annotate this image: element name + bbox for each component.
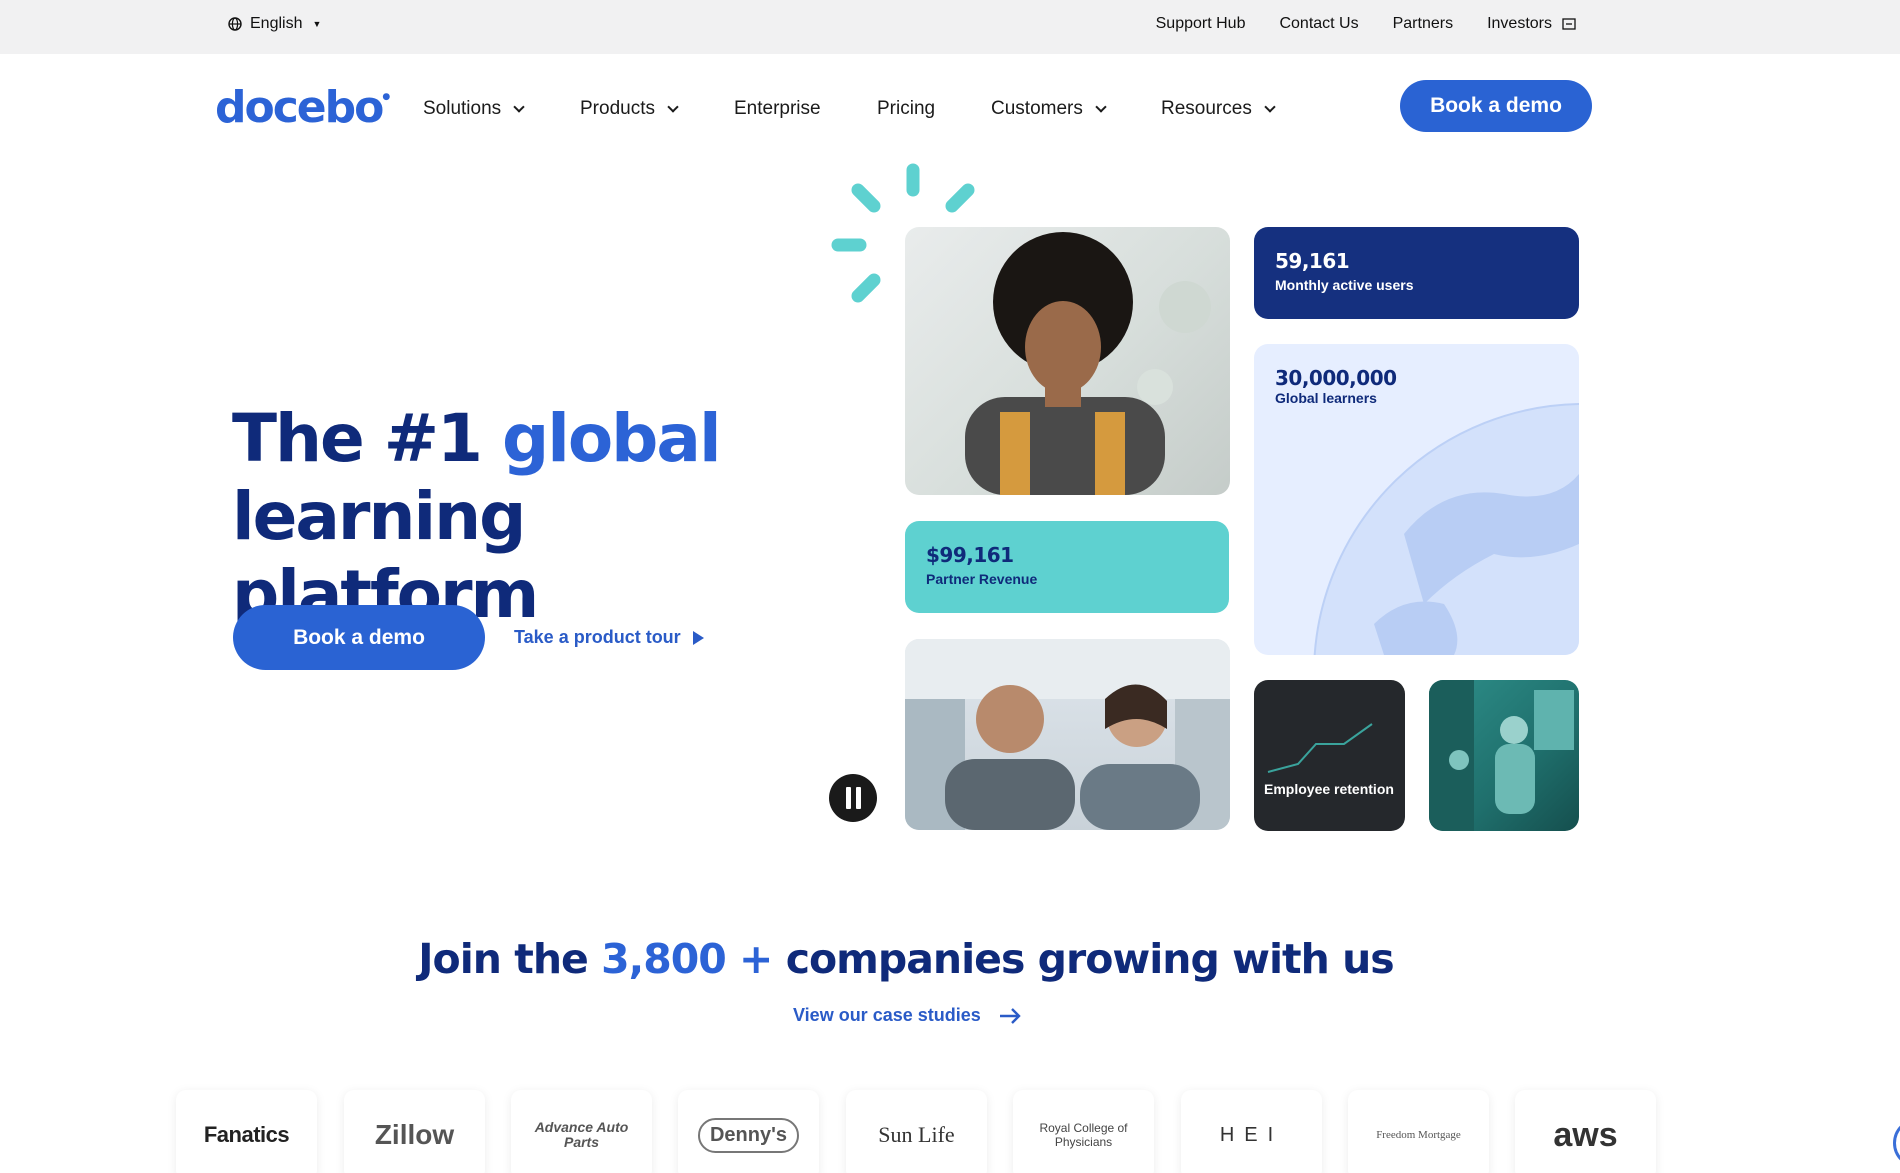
investors-link[interactable]: Investors (1487, 15, 1576, 33)
chevron-down-icon (1095, 100, 1107, 113)
employee-retention-card: Employee retention (1254, 680, 1405, 831)
partner-revenue-card: $99,161 Partner Revenue (905, 521, 1229, 613)
customer-logo-dennys: Denny's (678, 1090, 819, 1173)
language-selector[interactable]: English ▼ (228, 15, 321, 33)
nav-label: Solutions (423, 98, 502, 119)
companies-heading-accent: 3,800 + (601, 935, 773, 983)
hero-title-accent: global (501, 400, 722, 477)
partner-revenue-value: $99,161 (926, 543, 1014, 567)
logo-text: HEI (1219, 1123, 1284, 1146)
nav-item-solutions[interactable]: Solutions (423, 98, 525, 120)
case-studies-label: View our case studies (793, 1005, 981, 1025)
customer-logo-aws: aws (1515, 1090, 1656, 1173)
investors-label: Investors (1487, 15, 1552, 32)
customer-logo-freedom-mortgage: Freedom Mortgage (1348, 1090, 1489, 1173)
logo-text: Sun Life (878, 1122, 955, 1147)
customer-logo-fanatics: Fanatics (176, 1090, 317, 1173)
pause-icon (845, 787, 851, 809)
caret-down-icon: ▼ (312, 19, 322, 29)
hero-photo-workers (905, 639, 1230, 830)
nav-item-customers[interactable]: Customers (991, 98, 1107, 120)
nav-item-pricing[interactable]: Pricing (877, 98, 935, 120)
utility-bar: English ▼ Support Hub Contact Us Partner… (0, 0, 1900, 54)
companies-heading-part2: companies growing with us (772, 935, 1395, 983)
pause-icon (855, 787, 861, 809)
nav-label: Pricing (877, 98, 936, 119)
product-tour-label: Take a product tour (514, 627, 681, 647)
pause-carousel-button[interactable] (829, 774, 877, 822)
logo-text: Zillow (374, 1119, 455, 1150)
customer-logo-advance-auto-parts: Advance Auto Parts (511, 1090, 652, 1173)
customer-logo-hei: HEI (1181, 1090, 1322, 1173)
hero-title: The #1 global learning platform (232, 400, 792, 634)
monthly-users-card: 59,161 Monthly active users (1254, 227, 1579, 319)
nav-item-products[interactable]: Products (580, 98, 679, 120)
customer-logo-royal-college: Royal College of Physicians (1013, 1090, 1154, 1173)
logo-text: docebo (215, 82, 384, 133)
chevron-down-icon (513, 100, 525, 113)
nav-label: Customers (991, 98, 1083, 119)
customer-logo-sun-life: Sun Life (846, 1090, 987, 1173)
case-studies-link[interactable]: View our case studies (793, 1005, 1021, 1026)
partner-revenue-label: Partner Revenue (926, 571, 1038, 587)
partners-link[interactable]: Partners (1393, 15, 1453, 33)
play-arrow-icon (692, 630, 704, 645)
nav-label: Resources (1161, 98, 1252, 119)
main-nav: docebo ● Solutions Products Enterprise Pr… (0, 54, 1900, 158)
monthly-users-label: Monthly active users (1275, 277, 1414, 293)
docebo-logo[interactable]: docebo ● (215, 82, 390, 133)
arrow-right-icon (999, 1007, 1021, 1024)
language-label: English (250, 15, 303, 32)
product-tour-link[interactable]: Take a product tour (514, 627, 704, 648)
book-demo-hero-button[interactable]: Book a demo (233, 605, 485, 670)
customer-logo-zillow: Zillow (344, 1090, 485, 1173)
hero-photo-office (1429, 680, 1579, 831)
hero-photo-woman (905, 227, 1230, 495)
registered-mark-icon: ● (382, 92, 391, 102)
office-photo-image (1429, 680, 1574, 831)
woman-portrait-image (965, 232, 1211, 495)
chevron-down-icon (1264, 100, 1276, 113)
nav-label: Products (580, 98, 655, 119)
nav-item-resources[interactable]: Resources (1161, 98, 1276, 120)
global-learners-card: 30,000,000 Global learners (1254, 344, 1579, 655)
nav-label: Enterprise (734, 98, 821, 119)
globe-illustration-icon (1313, 403, 1579, 655)
nav-item-enterprise[interactable]: Enterprise (734, 98, 821, 120)
logo-text: Denny's (697, 1117, 799, 1153)
external-link-icon (1562, 18, 1576, 30)
logo-text: Freedom Mortgage (1376, 1129, 1461, 1141)
monthly-users-value: 59,161 (1275, 249, 1350, 273)
hero-title-part1: The #1 (232, 400, 502, 477)
support-hub-link[interactable]: Support Hub (1156, 15, 1246, 33)
chevron-down-icon (667, 100, 679, 113)
logo-text: Fanatics (203, 1122, 290, 1147)
book-demo-nav-button[interactable]: Book a demo (1400, 80, 1592, 132)
utility-links: Support Hub Contact Us Partners Investor… (1156, 15, 1576, 33)
contact-us-link[interactable]: Contact Us (1279, 15, 1358, 33)
logo-text: aws (1553, 1115, 1618, 1154)
retention-label: Employee retention (1264, 781, 1394, 797)
retention-trend-line (1267, 723, 1373, 773)
logo-text: Advance Auto Parts (534, 1119, 629, 1150)
companies-heading-part1: Join the (418, 935, 602, 983)
workers-photo-image (905, 639, 1230, 830)
logo-text: Royal College of Physicians (1039, 1121, 1128, 1149)
chat-widget-button[interactable] (1893, 1118, 1900, 1168)
companies-heading: Join the 3,800 + companies growing with … (0, 935, 1812, 983)
globe-icon (228, 17, 242, 31)
